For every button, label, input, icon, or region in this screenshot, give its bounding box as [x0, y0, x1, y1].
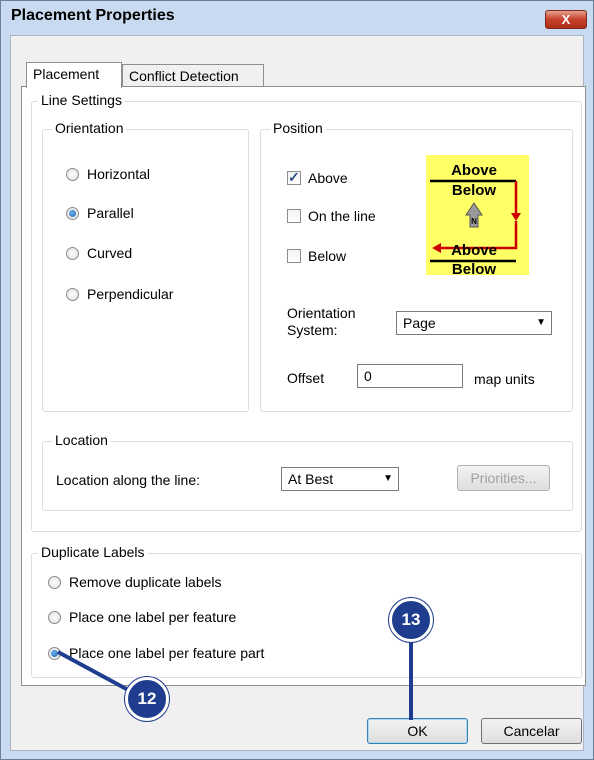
callout-lines: [57, 638, 413, 720]
tab-placement[interactable]: Placement: [26, 62, 122, 88]
callout-13-badge: 13: [389, 598, 433, 642]
callout-12-badge: 12: [125, 677, 169, 721]
callout-12-line: [57, 650, 133, 694]
